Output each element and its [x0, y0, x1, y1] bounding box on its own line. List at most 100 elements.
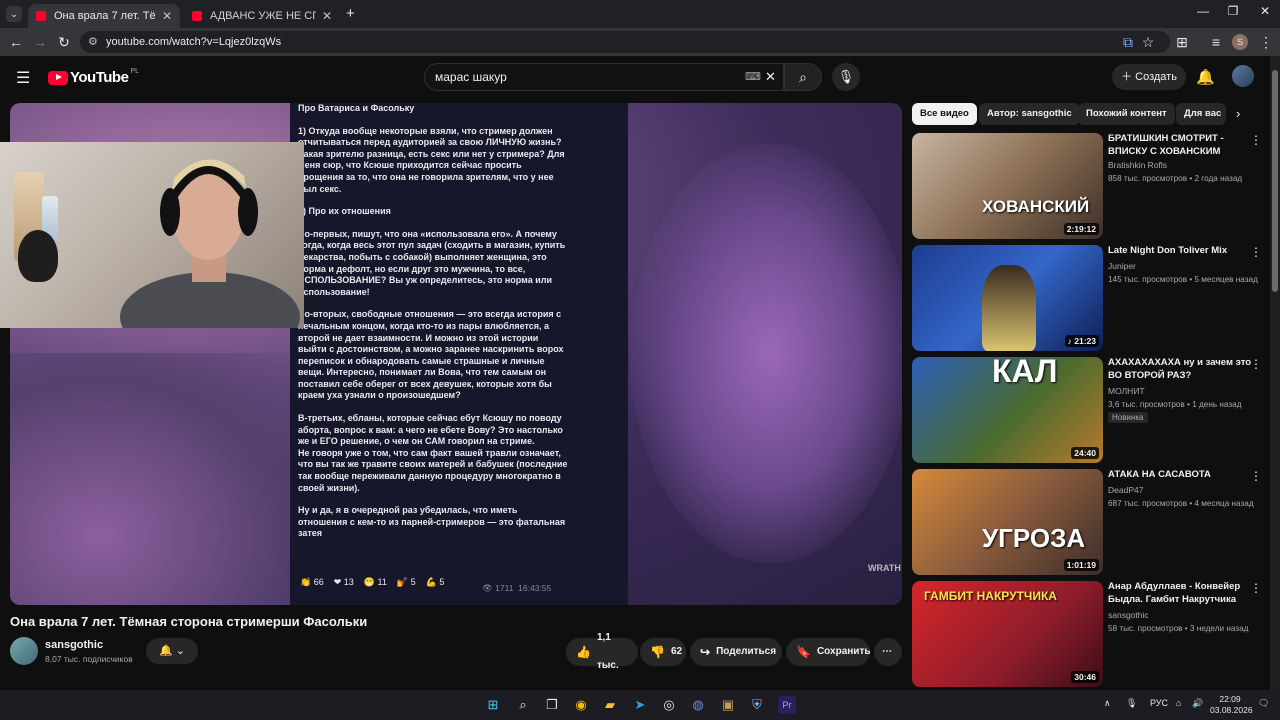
reload-icon[interactable]: ↻ [54, 32, 74, 52]
recommended-video[interactable]: ХОВАНСКИЙ 2:19:12 БРАТИШКИН СМОТРИТ - ВП… [912, 133, 1262, 239]
post-heading: Про Ватариса и Фасольку [298, 103, 415, 113]
discord-icon[interactable]: ◍ [689, 696, 707, 714]
search-button[interactable]: ⌕ [784, 63, 822, 91]
thumbnail-text: УГРОЗА [982, 523, 1086, 553]
network-icon[interactable]: ⌂ [1176, 698, 1181, 708]
watermark: WRATH [868, 563, 901, 573]
reaction-count: 5 [410, 577, 416, 587]
more-actions-button[interactable]: ⋯ [874, 638, 902, 666]
share-button[interactable]: ↪ Поделиться [690, 638, 782, 666]
maximize-icon[interactable]: ❐ [1218, 4, 1248, 18]
chrome-icon[interactable]: ◉ [572, 696, 590, 714]
site-info-icon[interactable]: ⚙ [88, 31, 98, 53]
chip-all[interactable]: Все видео [912, 103, 977, 125]
task-view-icon[interactable]: ❐ [543, 696, 561, 714]
like-button[interactable]: 👍 1,1 тыс. [566, 632, 638, 671]
tray-chevron-icon[interactable]: ∧ [1104, 698, 1111, 709]
back-icon[interactable]: ← [6, 32, 26, 52]
file-explorer-icon[interactable]: ▰ [601, 696, 619, 714]
hamburger-menu-icon[interactable]: ☰ [16, 68, 30, 88]
tray-mic-icon[interactable]: 🎙 [1126, 698, 1137, 709]
video-thumbnail[interactable]: КАЛ 24:40 [912, 357, 1103, 463]
notifications-icon[interactable]: 🗨 [1258, 698, 1269, 709]
more-options-icon[interactable]: ⋮ [1250, 469, 1262, 483]
channel-avatar[interactable] [10, 637, 38, 665]
translate-icon[interactable]: ⧉ [1118, 32, 1138, 52]
bell-icon: 🔔 [159, 645, 173, 657]
search-input[interactable]: марас шакур ⌨ ✕ [424, 63, 784, 91]
post-views: 1711 [495, 583, 514, 593]
browser-tab[interactable]: АДВАНС УЖЕ НЕ СПАСТИ — Y... ✕ [184, 4, 340, 28]
browser-menu-icon[interactable]: ⋮ [1256, 32, 1276, 52]
save-button[interactable]: 🔖 Сохранить [786, 638, 871, 666]
channel-name[interactable]: sansgothic [45, 639, 103, 651]
page-scrollbar[interactable] [1270, 56, 1280, 690]
dislike-count: 62 [670, 646, 683, 657]
search-icon[interactable]: ⌕ [514, 696, 532, 714]
recommended-video[interactable]: УГРОЗА 1:01:19 АТАКА НА САСАВОТА DeadP47… [912, 469, 1262, 575]
reaction-count: 11 [377, 577, 387, 587]
game-icon[interactable]: ▣ [719, 696, 737, 714]
create-button[interactable]: ＋ Создать [1112, 64, 1186, 90]
notifications-bell-icon[interactable]: 🔔 [1196, 68, 1215, 86]
youtube-logo[interactable]: YouTube PL [48, 68, 139, 86]
recommended-title: БРАТИШКИН СМОТРИТ - ВПИСКУ С ХОВАНСКИМ [1108, 133, 1224, 157]
video-thumbnail[interactable]: УГРОЗА 1:01:19 [912, 469, 1103, 575]
browser-tab-active[interactable]: Она врала 7 лет. Тёмная стор... ✕ [28, 4, 180, 28]
background-blob [10, 353, 310, 605]
chip-related[interactable]: Похожий контент [1078, 103, 1175, 125]
recommended-video[interactable]: КАЛ 24:40 АХАХАХАХАХА ну и зачем это ВО … [912, 357, 1262, 463]
reaction-smile: 😁 11 [363, 577, 387, 587]
chips-next-chevron-icon[interactable]: › [1236, 106, 1240, 121]
thumbs-down-icon: 👎 [650, 645, 665, 659]
recommended-video[interactable]: ГАМБИТ НАКРУТЧИКА 30:46 Анар Абдуллаев -… [912, 581, 1262, 687]
close-tab-icon[interactable]: ✕ [162, 9, 172, 23]
forward-icon[interactable]: → [30, 32, 50, 52]
address-bar[interactable]: ⚙ youtube.com/watch?v=Lqjez0lzqWs [80, 31, 1170, 53]
voice-search-button[interactable]: 🎙 [832, 63, 860, 91]
account-avatar[interactable] [1232, 65, 1254, 87]
recommended-video[interactable]: ♪ 21:23 Late Night Don Toliver Mix Junip… [912, 245, 1262, 351]
video-thumbnail[interactable]: ХОВАНСКИЙ 2:19:12 [912, 133, 1103, 239]
reaction-count: 5 [439, 577, 445, 587]
language-indicator[interactable]: РУС [1150, 698, 1168, 708]
post-reactions: 👏 66 ❤ 13 😁 11 💅 5 💪 5 [300, 577, 444, 588]
scrollbar-thumb[interactable] [1272, 70, 1278, 292]
vpn-shield-icon[interactable]: ⛨ [748, 696, 766, 714]
more-options-icon[interactable]: ⋮ [1250, 357, 1262, 371]
tab-search-chevron-icon[interactable]: ⌄ [6, 6, 22, 22]
thumbnail-figure [982, 265, 1036, 351]
video-thumbnail[interactable]: ГАМБИТ НАКРУТЧИКА 30:46 [912, 581, 1103, 687]
obs-icon[interactable]: ◎ [660, 696, 678, 714]
chip-for-you[interactable]: Для вас [1176, 103, 1226, 125]
chip-author[interactable]: Автор: sansgothic [979, 103, 1080, 125]
minimize-icon[interactable]: — [1188, 4, 1218, 18]
more-options-icon[interactable]: ⋮ [1250, 581, 1262, 595]
volume-icon[interactable]: 🔊 [1192, 698, 1203, 709]
close-tab-icon[interactable]: ✕ [322, 9, 332, 23]
subscription-bell-button[interactable]: 🔔 ⌄ [146, 638, 198, 664]
bookmark-star-icon[interactable]: ☆ [1138, 32, 1158, 52]
profile-avatar[interactable]: S [1232, 34, 1248, 50]
telegram-icon[interactable]: ➤ [631, 696, 649, 714]
streamer-person [120, 159, 300, 328]
new-tab-button[interactable]: + [346, 5, 355, 22]
more-options-icon[interactable]: ⋮ [1250, 133, 1262, 147]
more-options-icon[interactable]: ⋮ [1250, 245, 1262, 259]
video-thumbnail[interactable]: ♪ 21:23 [912, 245, 1103, 351]
keyboard-icon[interactable]: ⌨ [745, 64, 761, 90]
clear-search-icon[interactable]: ✕ [765, 64, 776, 90]
extensions-icon[interactable]: ⊞ [1172, 32, 1192, 52]
start-windows-icon[interactable]: ⊞ [484, 696, 502, 714]
post-paragraph: Во-первых, пишут, что она «использовала … [298, 228, 566, 297]
media-icon[interactable]: ≡ [1206, 32, 1226, 52]
youtube-favicon-icon [36, 11, 46, 21]
post-time: 16:43:55 [518, 583, 552, 593]
system-clock[interactable]: 22:09 03.08.2026 [1210, 694, 1253, 716]
recommended-title: АХАХАХАХАХА ну и зачем это ВО ВТОРОЙ РАЗ… [1108, 357, 1252, 381]
dislike-button[interactable]: 👎 62 [640, 638, 686, 666]
bookmark-icon: 🔖 [796, 645, 811, 659]
reaction-strong: 💪 5 [425, 577, 445, 587]
close-window-icon[interactable]: ✕ [1250, 4, 1280, 18]
premiere-icon[interactable]: Pr [778, 696, 796, 714]
